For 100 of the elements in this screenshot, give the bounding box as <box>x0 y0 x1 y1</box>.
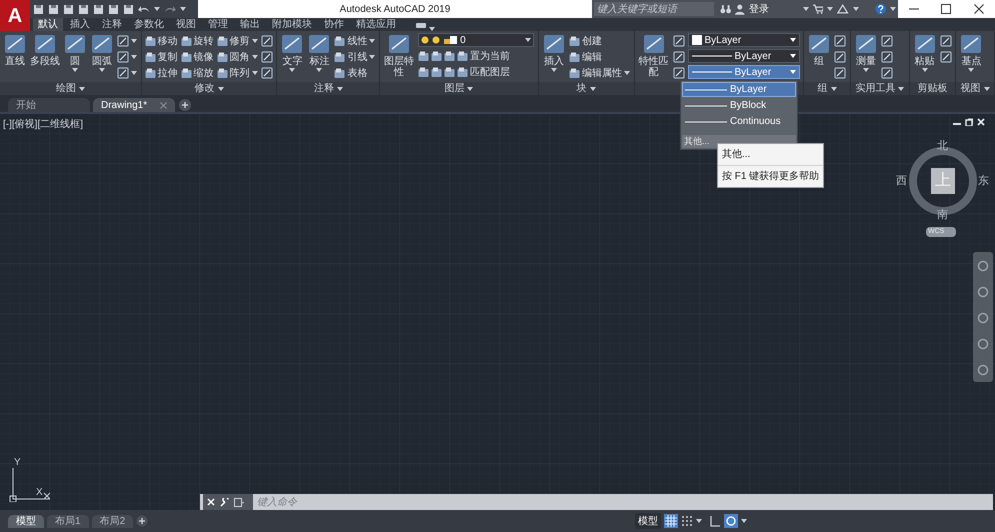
ribbon-button[interactable]: 粘贴 <box>912 33 937 72</box>
tool-icon[interactable] <box>542 33 566 55</box>
tool-icon[interactable] <box>880 35 893 47</box>
caret-icon[interactable] <box>968 68 974 72</box>
snap-dots-icon[interactable] <box>681 515 693 527</box>
toolbar-icon[interactable] <box>78 4 89 14</box>
ribbon-button[interactable]: 匹配图层 <box>418 64 534 80</box>
tool-icon[interactable] <box>672 51 685 63</box>
navigation-tool-icon[interactable] <box>977 338 989 350</box>
caret-icon[interactable] <box>922 68 928 72</box>
ribbon-button[interactable]: 移动 <box>144 33 178 49</box>
caret-icon[interactable] <box>790 38 796 42</box>
layout-tab[interactable]: 布局2 <box>92 514 134 528</box>
tool-icon[interactable] <box>642 33 666 55</box>
compass-label[interactable]: 北 <box>937 138 948 154</box>
ribbon-button[interactable] <box>117 33 137 49</box>
ribbon-tab[interactable]: 参数化 <box>129 18 169 31</box>
maximize-icon[interactable] <box>940 4 952 14</box>
tool-icon[interactable] <box>807 33 832 55</box>
caret-icon[interactable] <box>131 39 137 43</box>
tool-icon[interactable] <box>260 67 273 79</box>
ortho-icon[interactable] <box>709 515 721 527</box>
tool-icon[interactable] <box>672 67 685 79</box>
caret-icon[interactable] <box>696 519 702 523</box>
tool-icon[interactable] <box>672 35 685 47</box>
model-space-button[interactable]: 模型 <box>635 513 661 529</box>
ribbon-button[interactable]: 镜像 <box>180 49 214 65</box>
document-tab[interactable]: Drawing1* <box>93 98 175 112</box>
navigation-tool-icon[interactable] <box>977 364 989 376</box>
caret-icon[interactable] <box>898 86 904 90</box>
linetype-dropdown[interactable]: ByLayer <box>688 65 800 79</box>
ribbon-tab[interactable]: 插入 <box>65 18 95 31</box>
tool-icon[interactable] <box>834 51 846 63</box>
caret-icon[interactable] <box>252 71 258 75</box>
tool-icon[interactable] <box>834 35 846 47</box>
linetype-option[interactable]: Continuous <box>682 114 796 129</box>
toolbar-icon[interactable] <box>33 4 44 14</box>
ribbon-button[interactable]: 圆 <box>63 33 87 72</box>
tool-icon[interactable] <box>387 33 412 55</box>
new-layout-icon[interactable] <box>136 515 148 527</box>
ribbon-button[interactable]: 圆弧 <box>90 33 114 72</box>
tool-icon[interactable] <box>880 51 893 63</box>
ribbon-button[interactable]: 阵列 <box>216 65 258 81</box>
caret-icon[interactable] <box>550 68 557 72</box>
ribbon-button[interactable]: 线性 <box>334 33 376 49</box>
ribbon-button[interactable]: 插入 <box>542 33 566 72</box>
linetype-option[interactable]: ByBlock <box>682 98 796 113</box>
ribbon-button[interactable]: 标注 <box>307 33 332 72</box>
linetype-dropdown[interactable]: ByLayer <box>688 49 800 63</box>
tool-icon[interactable] <box>959 33 984 55</box>
cart-icon[interactable] <box>812 4 824 14</box>
ribbon-button[interactable]: 引线 <box>334 49 376 65</box>
binoculars-icon[interactable] <box>720 4 732 14</box>
polar-tracking-icon[interactable] <box>724 514 738 528</box>
ribbon-button[interactable]: 圆角 <box>216 49 258 65</box>
ribbon-button[interactable]: 多段线 <box>30 33 60 67</box>
ribbon-button[interactable]: 测量 <box>854 33 878 72</box>
application-button[interactable]: A <box>0 0 30 31</box>
layout-tab[interactable]: 布局1 <box>47 514 89 528</box>
caret-icon[interactable] <box>99 68 105 72</box>
caret-icon[interactable] <box>525 38 532 42</box>
ribbon-button[interactable]: 组 <box>807 33 832 67</box>
tool-icon[interactable] <box>260 51 273 63</box>
tool-icon[interactable] <box>117 51 129 63</box>
caret-icon[interactable] <box>741 519 747 523</box>
caret-icon[interactable] <box>862 68 869 72</box>
redo-icon[interactable] <box>164 4 176 14</box>
tool-icon[interactable] <box>880 67 893 79</box>
ribbon-button[interactable]: 旋转 <box>180 33 214 49</box>
tool-icon[interactable] <box>63 33 87 55</box>
tool-icon[interactable] <box>307 33 332 55</box>
tool-icon[interactable] <box>912 33 937 55</box>
tool-icon[interactable] <box>834 67 846 79</box>
user-icon[interactable] <box>735 4 745 14</box>
ribbon-button[interactable]: 编辑 <box>568 49 630 65</box>
linetype-option[interactable]: ByLayer <box>682 82 796 97</box>
caret-icon[interactable] <box>78 86 85 90</box>
command-input-field[interactable]: 键入命令 <box>257 495 993 509</box>
ribbon-button[interactable]: 修剪 <box>216 33 258 49</box>
color-dropdown[interactable]: ByLayer <box>688 33 800 47</box>
caret-icon[interactable] <box>180 7 186 11</box>
tool-icon[interactable] <box>33 33 57 55</box>
ribbon-tab[interactable]: 注释 <box>97 18 127 31</box>
tool-icon[interactable] <box>940 51 952 63</box>
caret-icon[interactable] <box>72 68 78 72</box>
ribbon-tab[interactable]: 协作 <box>319 18 349 31</box>
caret-icon[interactable] <box>984 86 990 90</box>
toolbar-icon[interactable] <box>63 4 74 14</box>
ribbon-button[interactable]: 创建 <box>568 33 630 49</box>
tool-icon[interactable] <box>117 35 129 47</box>
navigation-tool-icon[interactable] <box>977 286 989 298</box>
caret-icon[interactable] <box>369 55 376 59</box>
caret-icon[interactable] <box>252 55 258 59</box>
tool-icon[interactable] <box>117 67 129 79</box>
ribbon-button[interactable]: 编辑属性 <box>568 65 630 81</box>
ribbon-button[interactable]: 复制 <box>144 49 178 65</box>
ribbon-button[interactable]: 置为当前 <box>418 48 534 64</box>
grid-icon[interactable] <box>664 514 678 528</box>
command-prompt-icon[interactable] <box>234 498 244 506</box>
caret-icon[interactable] <box>830 86 837 90</box>
